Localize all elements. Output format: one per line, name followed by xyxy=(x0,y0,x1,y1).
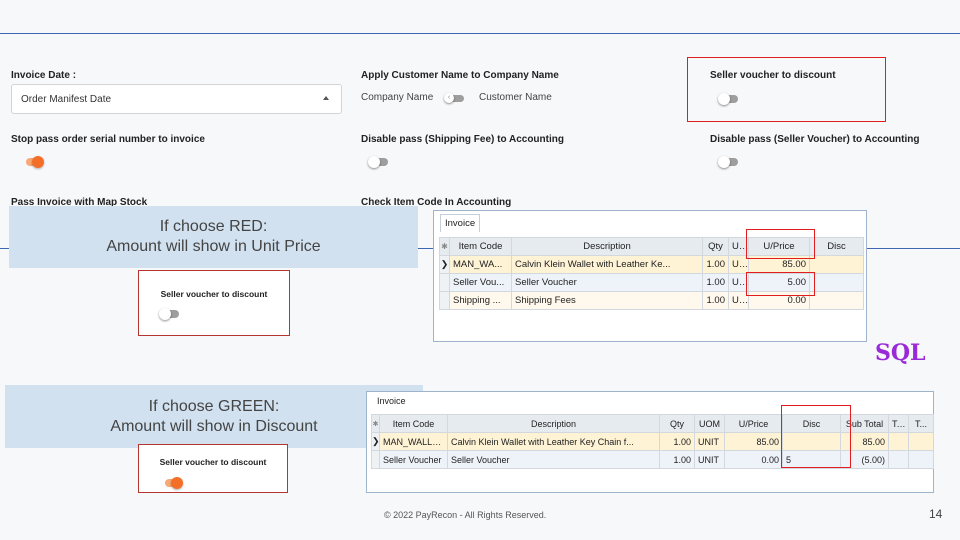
column-header[interactable]: Item Code xyxy=(379,414,448,433)
toggle-knob xyxy=(159,308,171,320)
column-header[interactable]: Qty xyxy=(702,237,729,256)
chevron-left-icon: ‹ xyxy=(444,93,454,103)
table-cell[interactable] xyxy=(888,432,909,451)
invoice-date-select[interactable]: Order Manifest Date xyxy=(11,84,342,114)
highlight-disc-column xyxy=(781,405,851,468)
table-cell[interactable]: 85.00 xyxy=(724,432,783,451)
red-card-label: Seller voucher to discount xyxy=(160,289,268,299)
table-cell[interactable]: Seller Voucher xyxy=(511,273,703,292)
table-cell[interactable]: Calvin Klein Wallet with Leather Ke... xyxy=(511,255,703,274)
company-name-option: Company Name xyxy=(361,92,434,103)
disable-seller-voucher-toggle[interactable] xyxy=(718,156,740,168)
company-customer-switch[interactable]: ‹ xyxy=(444,93,466,103)
red-card-toggle[interactable] xyxy=(159,308,181,320)
apply-customer-name-label: Apply Customer Name to Company Name xyxy=(361,70,559,81)
column-header[interactable]: Description xyxy=(511,237,703,256)
row-indicator xyxy=(371,450,380,469)
callout-red-choice: If choose RED: Amount will show in Unit … xyxy=(9,206,418,268)
invoice-window-green: Invoice ✱ Item Code Description Qty UOM … xyxy=(366,391,934,493)
column-header[interactable]: UOM xyxy=(694,414,725,433)
table-cell[interactable]: 1.00 xyxy=(702,273,729,292)
invoice-tab[interactable]: Invoice xyxy=(440,214,481,232)
page-number: 14 xyxy=(929,507,943,521)
callout-green-choice: If choose GREEN: Amount will show in Dis… xyxy=(5,385,423,448)
green-example-card: Seller voucher to discount xyxy=(138,444,288,493)
column-header[interactable]: Item Code xyxy=(449,237,512,256)
table-cell[interactable]: Calvin Klein Wallet with Leather Key Cha… xyxy=(447,432,660,451)
disable-shipping-fee-toggle[interactable] xyxy=(368,156,390,168)
chevron-up-icon xyxy=(323,96,329,100)
invoice-window-red: Invoice ✱ Item Code Description Qty U...… xyxy=(433,210,867,342)
table-cell[interactable]: 1.00 xyxy=(702,255,729,274)
table-cell[interactable]: UNIT xyxy=(694,432,725,451)
callout-green-line1: If choose GREEN: xyxy=(148,398,280,415)
table-cell[interactable]: Seller Voucher xyxy=(447,450,660,469)
highlight-uprice-value xyxy=(746,272,815,296)
table-cell[interactable]: 0.00 xyxy=(724,450,783,469)
column-header[interactable]: U/Price xyxy=(724,414,783,433)
customer-name-option: Customer Name xyxy=(479,92,552,103)
asterisk-icon: ✱ xyxy=(439,237,450,256)
table-cell[interactable] xyxy=(908,432,934,451)
stop-pass-serial-toggle[interactable] xyxy=(22,156,44,168)
green-card-toggle[interactable] xyxy=(161,477,183,489)
table-cell[interactable]: Shipping ... xyxy=(449,291,512,310)
table-cell[interactable] xyxy=(809,291,864,310)
row-indicator xyxy=(439,273,450,292)
disable-seller-voucher-label: Disable pass (Seller Voucher) to Account… xyxy=(710,134,920,145)
table-cell[interactable] xyxy=(809,273,864,292)
sql-logo: SQL xyxy=(875,340,926,366)
column-header[interactable]: Tax xyxy=(888,414,909,433)
table-cell[interactable]: MAN_WALL_... xyxy=(379,432,448,451)
table-cell[interactable]: Seller Voucher xyxy=(379,450,448,469)
table-cell[interactable] xyxy=(809,255,864,274)
green-card-label: Seller voucher to discount xyxy=(159,457,267,467)
toggle-knob xyxy=(718,93,730,105)
toggle-knob xyxy=(718,156,730,168)
toggle-knob xyxy=(171,477,183,489)
row-pointer-icon: ❯ xyxy=(439,255,450,274)
disable-shipping-fee-label: Disable pass (Shipping Fee) to Accountin… xyxy=(361,134,564,145)
row-pointer-icon: ❯ xyxy=(371,432,380,451)
callout-red-line2: Amount will show in Unit Price xyxy=(106,238,321,255)
red-example-card: Seller voucher to discount xyxy=(138,270,290,336)
highlight-seller-voucher-setting xyxy=(687,57,886,122)
toggle-knob xyxy=(32,156,44,168)
row-indicator xyxy=(439,291,450,310)
asterisk-icon: ✱ xyxy=(371,414,380,433)
table-cell[interactable]: UNIT xyxy=(694,450,725,469)
invoice-date-label: Invoice Date : xyxy=(11,70,77,81)
invoice-date-value: Order Manifest Date xyxy=(21,94,112,105)
column-header[interactable]: Qty xyxy=(659,414,695,433)
column-header[interactable]: T... xyxy=(908,414,934,433)
callout-red-line1: If choose RED: xyxy=(159,218,268,235)
toggle-knob xyxy=(368,156,380,168)
table-cell[interactable]: 1.00 xyxy=(702,291,729,310)
table-cell[interactable]: 1.00 xyxy=(659,432,695,451)
table-cell[interactable]: MAN_WA... xyxy=(449,255,512,274)
invoice-tab[interactable]: Invoice xyxy=(373,394,410,410)
callout-green-line2: Amount will show in Discount xyxy=(110,418,318,435)
seller-voucher-discount-label: Seller voucher to discount xyxy=(710,70,836,81)
seller-voucher-discount-toggle[interactable] xyxy=(718,93,740,105)
table-cell[interactable]: Shipping Fees xyxy=(511,291,703,310)
top-divider xyxy=(0,33,960,34)
column-header[interactable]: Disc xyxy=(809,237,864,256)
table-cell[interactable] xyxy=(888,450,909,469)
stop-pass-serial-label: Stop pass order serial number to invoice xyxy=(11,134,205,145)
table-cell[interactable]: Seller Vou... xyxy=(449,273,512,292)
highlight-uprice-header xyxy=(746,229,815,259)
table-cell[interactable] xyxy=(908,450,934,469)
column-header[interactable]: Description xyxy=(447,414,660,433)
table-cell[interactable]: 1.00 xyxy=(659,450,695,469)
copyright-footer: © 2022 PayRecon - All Rights Reserved. xyxy=(384,510,547,520)
